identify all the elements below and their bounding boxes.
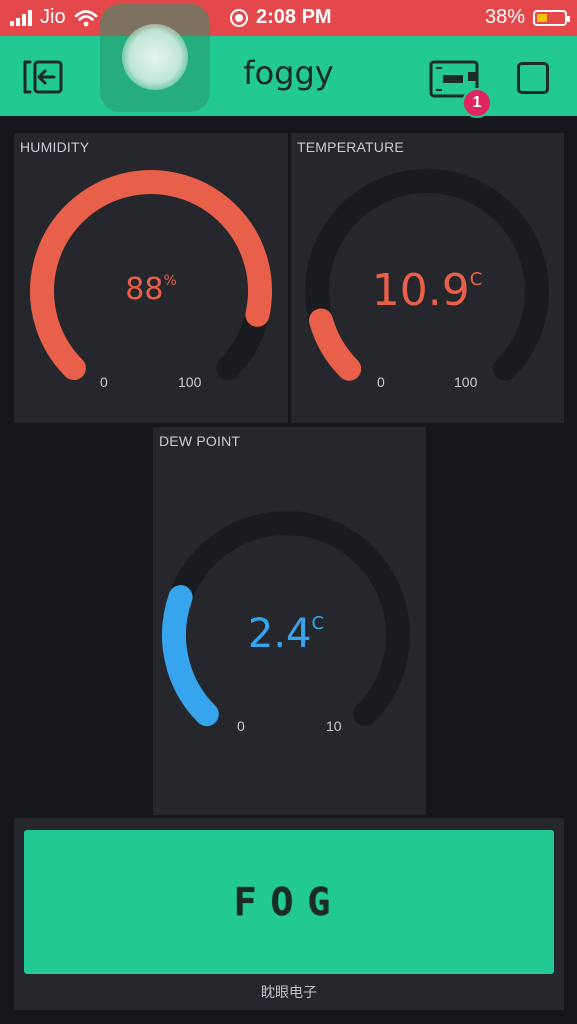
app-title: foggy — [243, 54, 334, 92]
assistive-touch-button[interactable] — [100, 4, 210, 112]
assistive-touch-knob — [122, 24, 188, 90]
battery-percent: 38% — [484, 6, 525, 28]
stop-icon[interactable] — [517, 62, 549, 94]
screen-record-icon — [230, 8, 248, 27]
temperature-min-label: 0 — [377, 374, 385, 390]
status-right: 38% — [484, 6, 570, 29]
status-bar: Jio 2:08 PM 38% — [0, 0, 577, 36]
dew-point-value: 2.4C — [248, 611, 324, 657]
humidity-gauge: 88% — [30, 170, 272, 381]
humidity-gauge-panel: HUMIDITY 88% 0 100 — [14, 133, 288, 423]
status-time: 2:08 PM — [256, 6, 332, 28]
humidity-max-label: 100 — [178, 374, 202, 390]
humidity-value: 88% — [125, 272, 177, 307]
dew-point-min-label: 0 — [237, 718, 245, 734]
dew-point-gauge-arc — [162, 585, 219, 727]
temperature-max-label: 100 — [454, 374, 478, 390]
temperature-gauge-panel: TEMPERATURE 10.9C 0 100 — [291, 133, 564, 423]
temperature-gauge: 10.9C — [305, 169, 549, 381]
wifi-icon — [74, 9, 97, 26]
temperature-gauge-arc — [309, 308, 362, 381]
battery-icon — [533, 9, 570, 26]
dew-point-gauge: 2.4C — [162, 511, 410, 727]
fog-display: FOG — [24, 830, 554, 974]
app-screen: Jio 2:08 PM 38% foggy 1 HUMIDITY 88% 0 1… — [0, 0, 577, 1024]
dew-point-max-label: 10 — [326, 718, 342, 734]
carrier-label: Jio — [40, 6, 66, 28]
dew-point-gauge-panel: DEW POINT 2.4C 0 10 — [153, 427, 426, 815]
fog-display-text: FOG — [233, 880, 345, 924]
temperature-value: 10.9C — [372, 265, 483, 316]
humidity-min-label: 0 — [100, 374, 108, 390]
fog-display-caption: 眈眼电子 — [261, 985, 317, 1001]
status-center: 2:08 PM — [230, 6, 332, 29]
fog-display-panel: FOG 眈眼电子 — [14, 818, 564, 1010]
signal-icon — [10, 9, 32, 26]
notification-badge: 1 — [462, 88, 492, 118]
status-left: Jio — [10, 6, 98, 29]
